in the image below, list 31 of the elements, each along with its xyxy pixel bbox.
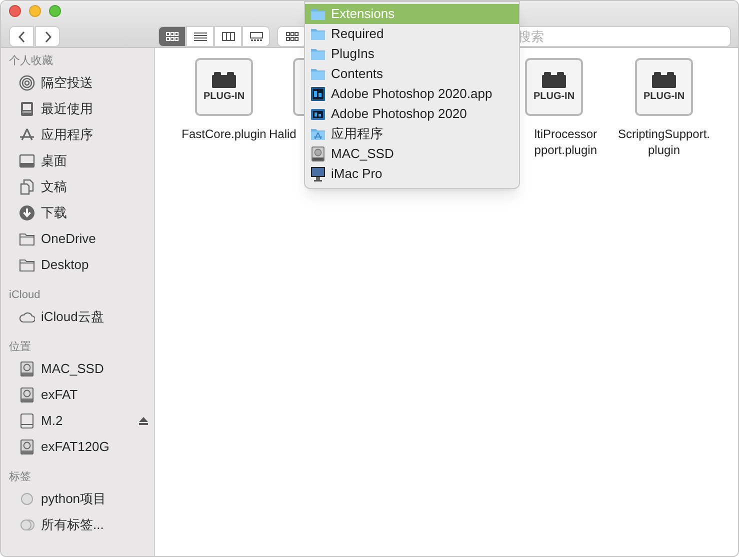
file-name[interactable]: plugin [609, 142, 719, 158]
plugin-label: PLUG-IN [643, 92, 685, 102]
sidebar-item[interactable]: MAC_SSD [9, 356, 148, 382]
sidebar-item[interactable]: Desktop [9, 252, 148, 278]
sidebar-item[interactable]: 桌面 [9, 148, 148, 174]
menu-item[interactable]: PlugIns [305, 44, 519, 64]
plugin-label: PLUG-IN [533, 92, 575, 102]
sidebar-item[interactable]: 所有标签... [9, 512, 148, 538]
section-header: 个人收藏 [9, 54, 54, 69]
sidebar-item[interactable]: 最近使用 [9, 96, 148, 122]
sidebar-item[interactable]: exFAT120G [9, 434, 148, 460]
menu-item[interactable]: 应用程序 [305, 124, 519, 144]
sidebar-item[interactable]: 应用程序 [9, 122, 148, 148]
section-header: iCloud [9, 288, 42, 303]
menu-item[interactable]: Contents [305, 64, 519, 84]
sidebar-item[interactable]: python项目 [9, 486, 148, 512]
menu-item[interactable]: iMac Pro [305, 164, 519, 184]
menu-item[interactable]: Adobe Photoshop 2020.app [305, 84, 519, 104]
sidebar-item[interactable]: iCloud云盘 [9, 304, 148, 330]
sidebar-item[interactable]: 下载 [9, 200, 148, 226]
section-header: 位置 [9, 340, 32, 355]
sidebar-item[interactable]: OneDrive [9, 226, 148, 252]
sidebar-item[interactable]: exFAT [9, 382, 148, 408]
menu-item[interactable]: Adobe Photoshop 2020 [305, 104, 519, 124]
sidebar-item[interactable]: 文稿 [9, 174, 148, 200]
section-header: 标签 [9, 470, 32, 485]
file-name[interactable]: ScriptingSupport. [609, 126, 719, 142]
sidebar-item[interactable]: 隔空投送 [9, 70, 148, 96]
plugin-label: PLUG-IN [203, 92, 245, 102]
menu-item[interactable]: MAC_SSD [305, 144, 519, 164]
sidebar-item[interactable]: M.2 [9, 408, 148, 434]
